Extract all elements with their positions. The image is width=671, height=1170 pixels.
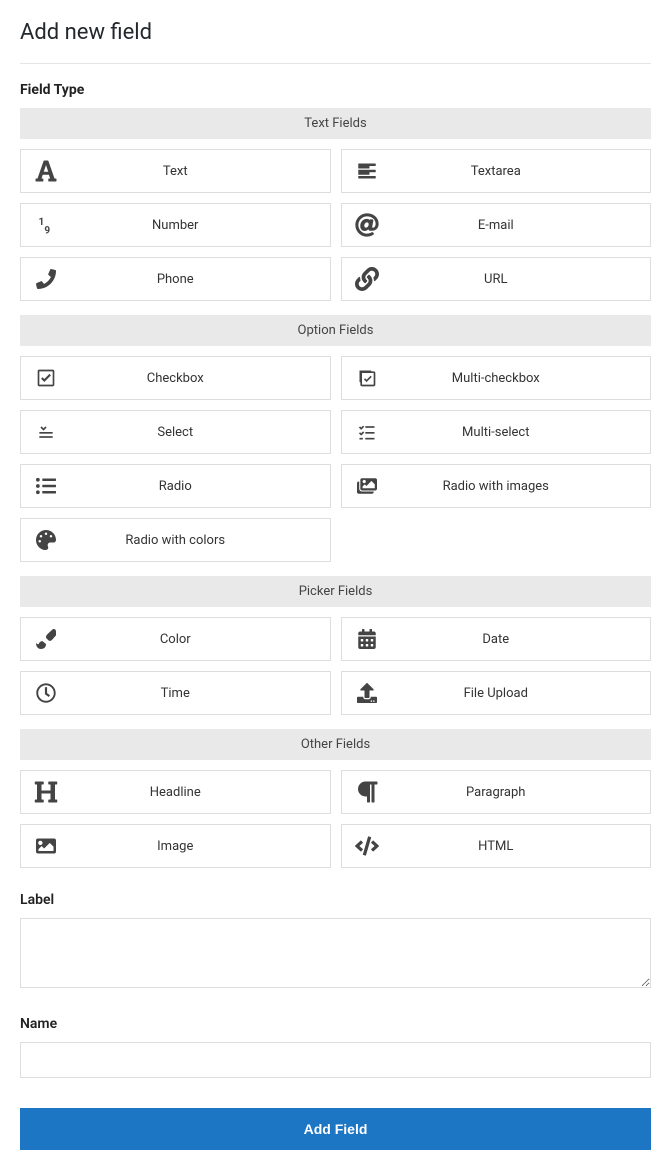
group-header: Other Fields: [20, 729, 651, 760]
field-type-time[interactable]: Time: [20, 671, 331, 715]
field-type-radio-images[interactable]: Radio with images: [341, 464, 652, 508]
field-type-email[interactable]: E-mail: [341, 203, 652, 247]
field-type-url[interactable]: URL: [341, 257, 652, 301]
label-field-label: Label: [20, 892, 651, 908]
images-icon: [342, 476, 392, 496]
field-type-date[interactable]: Date: [341, 617, 652, 661]
group-header: Text Fields: [20, 108, 651, 139]
field-type-label: Select: [71, 425, 330, 440]
divider: [20, 63, 651, 64]
field-type-image[interactable]: Image: [20, 824, 331, 868]
name-input[interactable]: [20, 1042, 651, 1078]
field-type-grid: TextTextarea19NumberE-mailPhoneURL: [20, 149, 651, 301]
phone-icon: [21, 269, 71, 289]
link-icon: [342, 267, 392, 291]
field-type-select[interactable]: Select: [20, 410, 331, 454]
field-type-textarea[interactable]: Textarea: [341, 149, 652, 193]
field-type-html[interactable]: HTML: [341, 824, 652, 868]
image-icon: [21, 836, 71, 856]
multi-checkbox-icon: [342, 368, 392, 388]
field-type-label: File Upload: [392, 686, 651, 701]
field-type-label: Text: [71, 164, 330, 179]
field-type-label: Paragraph: [392, 785, 651, 800]
svg-text:9: 9: [44, 225, 50, 235]
calendar-icon: [342, 629, 392, 649]
field-type-grid: Checkbox Multi-checkbox Select Multi-select…: [20, 356, 651, 562]
field-type-label: Headline: [71, 785, 330, 800]
field-type-label: Multi-checkbox: [392, 371, 651, 386]
clock-icon: [21, 683, 71, 703]
field-type-label: URL: [392, 272, 651, 287]
label-input[interactable]: [20, 918, 651, 988]
field-type-label: Multi-select: [392, 425, 651, 440]
field-type-label: Textarea: [392, 164, 651, 179]
field-type-label: Image: [71, 839, 330, 854]
field-type-radio-colors[interactable]: Radio with colors: [20, 518, 331, 562]
field-type-number[interactable]: 19Number: [20, 203, 331, 247]
heading-icon: [21, 780, 71, 804]
field-type-phone[interactable]: Phone: [20, 257, 331, 301]
field-type-label: Color: [71, 632, 330, 647]
field-type-label: Radio with colors: [71, 533, 330, 548]
field-type-label: Time: [71, 686, 330, 701]
field-type-grid: Color Date Time File Upload: [20, 617, 651, 715]
field-type-multi-checkbox[interactable]: Multi-checkbox: [341, 356, 652, 400]
paragraph-icon: [342, 780, 392, 804]
add-field-button[interactable]: Add Field: [20, 1108, 651, 1150]
field-type-label: E-mail: [392, 218, 651, 233]
checkbox-icon: [21, 368, 71, 388]
field-type-label: Phone: [71, 272, 330, 287]
field-type-label: Radio with images: [392, 479, 651, 494]
brush-icon: [21, 629, 71, 649]
field-type-grid: Headline Paragraph Image HTML: [20, 770, 651, 868]
group-header: Option Fields: [20, 315, 651, 346]
align-left-icon: [342, 161, 392, 181]
field-type-label: Radio: [71, 479, 330, 494]
field-type-radio[interactable]: Radio: [20, 464, 331, 508]
field-type-headline[interactable]: Headline: [20, 770, 331, 814]
upload-icon: [342, 683, 392, 703]
group-header: Picker Fields: [20, 576, 651, 607]
field-type-label: Date: [392, 632, 651, 647]
field-type-label: Field Type: [20, 82, 651, 98]
multi-select-icon: [342, 422, 392, 442]
palette-icon: [21, 530, 71, 550]
field-type-label: Number: [71, 218, 330, 233]
page-title: Add new field: [20, 20, 651, 45]
name-field-label: Name: [20, 1016, 651, 1032]
field-type-color[interactable]: Color: [20, 617, 331, 661]
list-ul-icon: [21, 476, 71, 496]
select-icon: [21, 422, 71, 442]
svg-text:1: 1: [39, 217, 45, 228]
at-icon: [342, 213, 392, 237]
field-type-label: HTML: [392, 839, 651, 854]
field-type-checkbox[interactable]: Checkbox: [20, 356, 331, 400]
font-icon: [21, 159, 71, 183]
field-type-multi-select[interactable]: Multi-select: [341, 410, 652, 454]
numeric-icon: 19: [21, 215, 71, 235]
field-type-paragraph[interactable]: Paragraph: [341, 770, 652, 814]
field-type-label: Checkbox: [71, 371, 330, 386]
field-type-file-upload[interactable]: File Upload: [341, 671, 652, 715]
field-type-text[interactable]: Text: [20, 149, 331, 193]
code-icon: [342, 834, 392, 858]
